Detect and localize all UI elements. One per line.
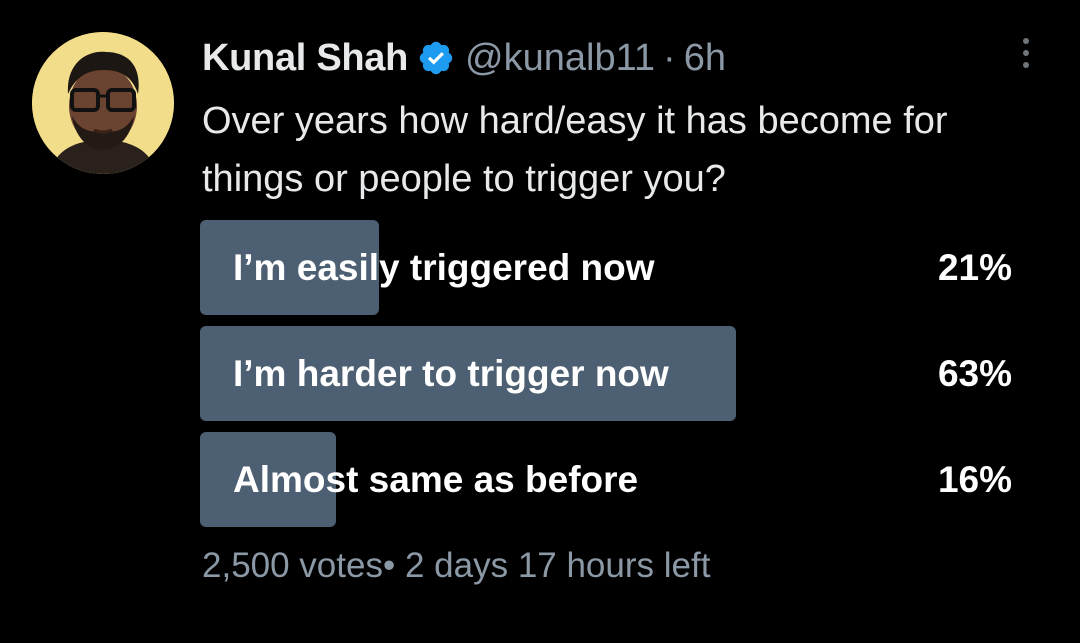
poll-footer: 2,500 votes• 2 days 17 hours left — [202, 546, 710, 586]
tweet-header: Kunal Shah @kunalb11 · 6h — [202, 30, 726, 86]
tweet-timestamp[interactable]: 6h — [684, 37, 726, 80]
more-options-icon[interactable] — [1014, 38, 1038, 74]
poll-option-label: I’m harder to trigger now — [233, 353, 669, 394]
poll-option-percent: 21% — [937, 247, 1012, 288]
poll-vote-count[interactable]: 2,500 votes — [202, 546, 383, 585]
verified-badge-icon — [417, 39, 455, 77]
poll-option[interactable]: Almost same as before 16% — [200, 432, 1020, 527]
avatar[interactable] — [32, 32, 174, 174]
tweet-text: Over years how hard/easy it has become f… — [202, 100, 948, 200]
author-handle[interactable]: @kunalb11 — [465, 37, 655, 80]
poll-time-left: 2 days 17 hours left — [404, 546, 711, 585]
author-name[interactable]: Kunal Shah — [202, 37, 408, 80]
poll-option[interactable]: I’m harder to trigger now 63% — [200, 326, 1020, 421]
poll-option-percent: 16% — [937, 459, 1012, 500]
poll-option[interactable]: I’m easily triggered now 21% — [200, 220, 1020, 315]
header-separator: · — [663, 36, 676, 79]
poll-option-percent: 63% — [937, 353, 1012, 394]
poll: I’m easily triggered now 21% I’m harder … — [200, 220, 1020, 538]
poll-option-label: Almost same as before — [233, 459, 639, 500]
avatar-illustration — [32, 32, 174, 174]
poll-footer-separator: • — [382, 546, 396, 585]
poll-option-label: I’m easily triggered now — [233, 247, 655, 288]
